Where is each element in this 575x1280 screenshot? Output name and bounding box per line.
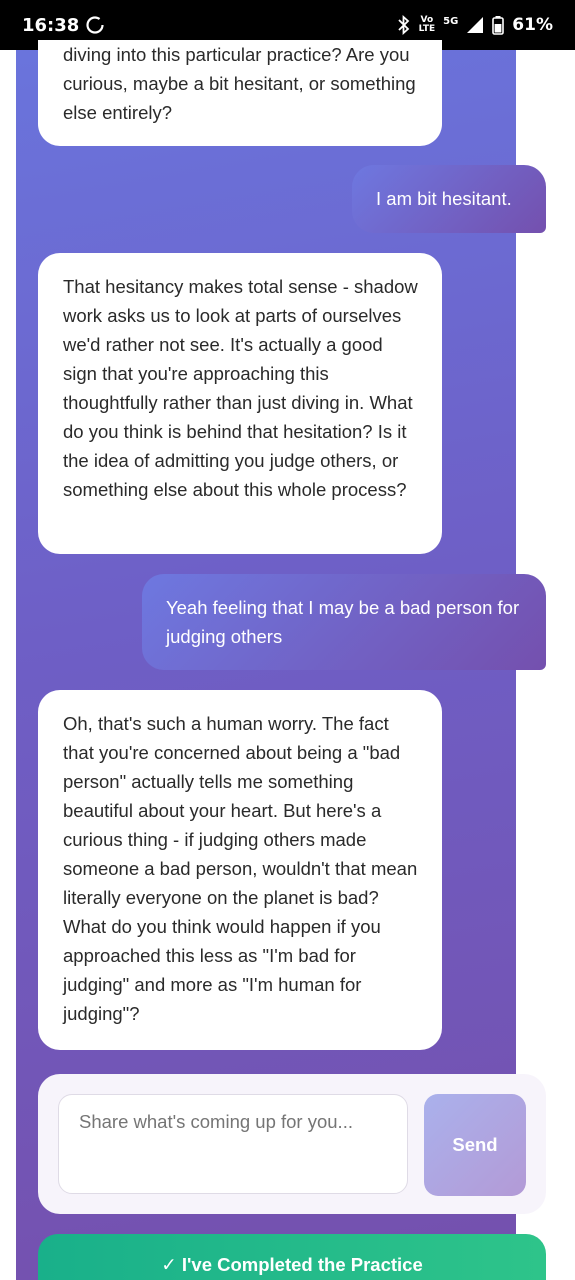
complete-practice-button[interactable]: ✓ I've Completed the Practice (38, 1234, 546, 1280)
composer-card: Send (38, 1074, 546, 1214)
user-message: Yeah feeling that I may be a bad person … (142, 574, 546, 670)
send-button[interactable]: Send (424, 1094, 526, 1196)
loading-spinner-icon (86, 16, 104, 34)
bluetooth-icon (397, 15, 409, 35)
network-type: 5G (443, 15, 459, 27)
assistant-message: Oh, that's such a human worry. The fact … (38, 690, 442, 1050)
assistant-message: diving into this particular practice? Ar… (38, 40, 442, 146)
battery-level: 61% (512, 15, 553, 35)
battery-icon (492, 15, 505, 35)
message-input[interactable] (58, 1094, 408, 1194)
status-left: 16:38 (22, 15, 105, 36)
signal-icon (467, 17, 484, 33)
status-time: 16:38 (22, 14, 80, 36)
assistant-message: That hesitancy makes total sense - shado… (38, 253, 442, 554)
user-message: I am bit hesitant. (352, 165, 546, 233)
status-right: Vo LTE 5G 61% (397, 15, 553, 35)
volte-indicator: Vo LTE (418, 15, 436, 34)
